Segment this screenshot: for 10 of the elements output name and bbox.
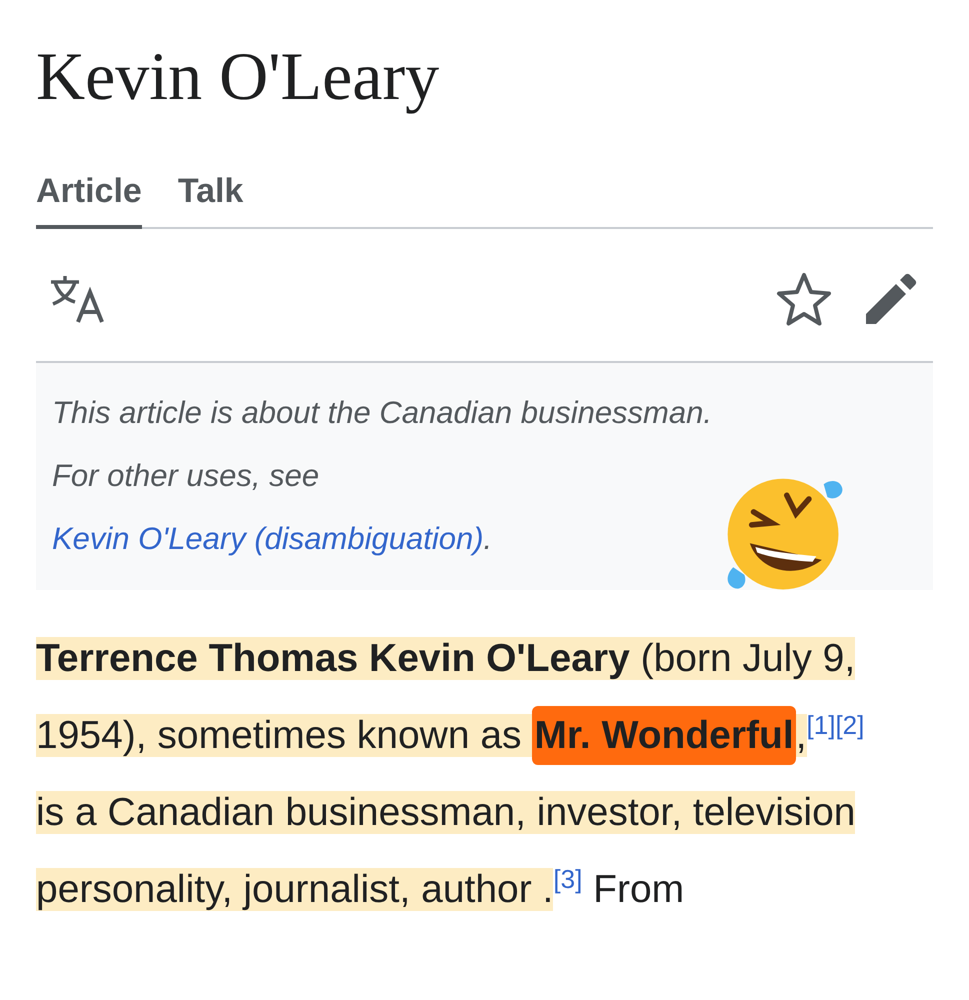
tab[interactable]: Article xyxy=(36,172,142,229)
citation-link[interactable]: [2] xyxy=(835,710,864,740)
citation-link[interactable]: [1] xyxy=(806,710,836,740)
page-title: Kevin O'Leary xyxy=(36,37,440,116)
tab[interactable]: Talk xyxy=(178,172,244,229)
disambiguation-link[interactable]: Kevin O'Leary (disambiguation) xyxy=(52,521,484,556)
star-icon[interactable] xyxy=(775,271,833,327)
pencil-icon[interactable] xyxy=(863,271,919,327)
citation-link[interactable]: [3] xyxy=(553,864,582,894)
hatnote-text: This article is about the Canadian businessman. For other uses, see Kevin O'Leary (disambiguation). xyxy=(52,394,713,558)
